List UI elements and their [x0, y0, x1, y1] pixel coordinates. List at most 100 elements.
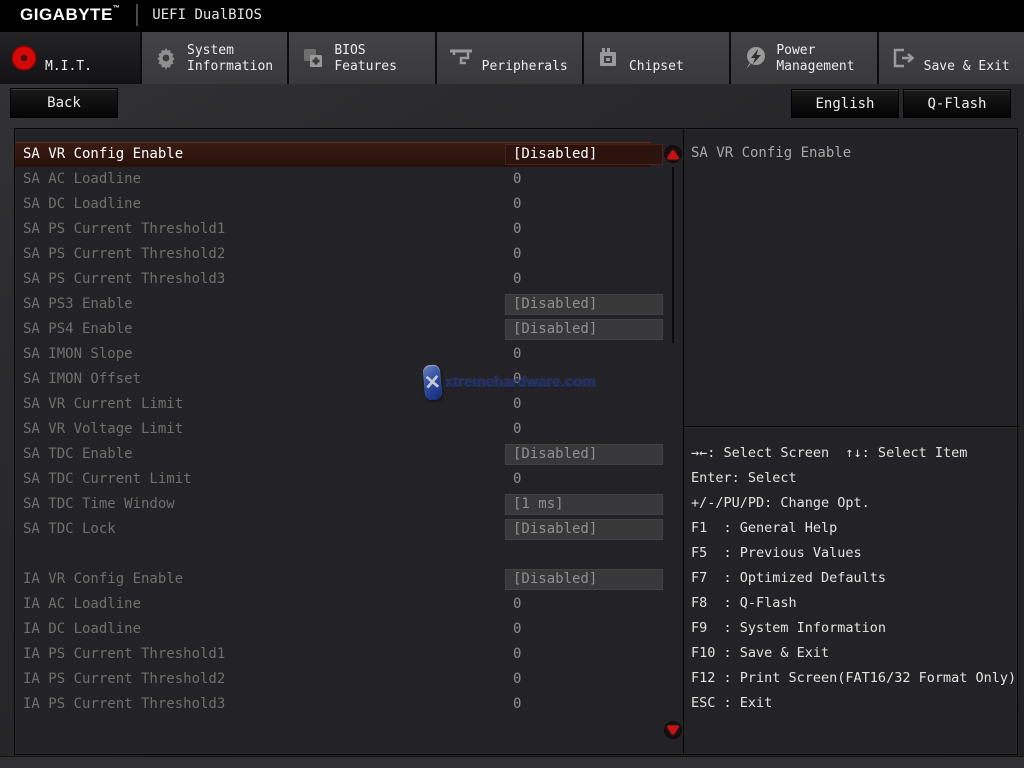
scrollbar[interactable] — [672, 167, 674, 343]
setting-row[interactable]: SA TDC Time Window [1 ms] — [15, 492, 665, 517]
setting-row[interactable]: SA PS Current Threshold3 0 — [15, 267, 665, 292]
setting-label: SA PS4 Enable — [23, 317, 133, 342]
setting-label: SA PS3 Enable — [23, 292, 133, 317]
setting-row[interactable]: SA VR Voltage Limit 0 — [15, 417, 665, 442]
list-spacer — [15, 542, 665, 567]
scroll-up-arrow-icon[interactable] — [664, 145, 682, 163]
setting-row[interactable]: IA VR Config Enable [Disabled] — [15, 567, 665, 592]
tab-chipset[interactable]: Chipset — [582, 32, 729, 84]
setting-label: SA TDC Current Limit — [23, 467, 192, 492]
setting-row[interactable]: IA PS Current Threshold1 0 — [15, 642, 665, 667]
setting-label: IA PS Current Threshold3 — [23, 692, 225, 717]
setting-row[interactable]: SA TDC Current Limit 0 — [15, 467, 665, 492]
setting-label: IA PS Current Threshold1 — [23, 642, 225, 667]
setting-label: IA PS Current Threshold2 — [23, 667, 225, 692]
trademark-symbol: ™ — [113, 5, 121, 12]
setting-value[interactable]: 0 — [505, 694, 663, 715]
setting-value[interactable]: 0 — [505, 219, 663, 240]
setting-value[interactable]: 0 — [505, 419, 663, 440]
setting-label: SA IMON Offset — [23, 367, 141, 392]
setting-label: IA AC Loadline — [23, 592, 141, 617]
setting-value[interactable]: 0 — [505, 269, 663, 290]
tab-peripherals[interactable]: Peripherals — [435, 32, 582, 84]
setting-label: SA IMON Slope — [23, 342, 133, 367]
setting-row[interactable]: SA PS Current Threshold1 0 — [15, 217, 665, 242]
key-hint-line: Enter: Select — [691, 466, 1019, 491]
setting-row[interactable]: SA VR Current Limit 0 — [15, 392, 665, 417]
uefi-bios-screen: GIGABYTE™ UEFI DualBIOS M.I.T. SystemInf… — [0, 0, 1024, 768]
key-hint-line: F12 : Print Screen(FAT16/32 Format Only) — [691, 666, 1019, 691]
top-header-bar: GIGABYTE™ UEFI DualBIOS — [0, 0, 1024, 30]
language-button[interactable]: English — [791, 89, 899, 118]
power-icon — [740, 43, 770, 73]
setting-value[interactable]: 0 — [505, 244, 663, 265]
tab-bios-features[interactable]: BIOSFeatures — [287, 32, 434, 84]
setting-label: SA PS Current Threshold1 — [23, 217, 225, 242]
setting-value[interactable]: 0 — [505, 169, 663, 190]
setting-row[interactable]: IA PS Current Threshold2 0 — [15, 667, 665, 692]
setting-value[interactable]: [Disabled] — [505, 519, 663, 540]
key-hint-line: →←: Select Screen ↑↓: Select Item — [691, 441, 1019, 466]
setting-row[interactable]: SA TDC Lock [Disabled] — [15, 517, 665, 542]
setting-value[interactable]: [Disabled] — [505, 319, 663, 340]
setting-label: SA VR Config Enable — [23, 142, 183, 167]
setting-row[interactable]: SA IMON Offset 0 — [15, 367, 665, 392]
setting-label: SA TDC Lock — [23, 517, 116, 542]
setting-row[interactable]: SA PS4 Enable [Disabled] — [15, 317, 665, 342]
setting-value[interactable]: [1 ms] — [505, 494, 663, 515]
tab-label: SystemInformation — [187, 37, 273, 79]
key-hint-line: +/-/PU/PD: Change Opt. — [691, 491, 1019, 516]
setting-label: SA VR Current Limit — [23, 392, 183, 417]
tab-label: Save & Exit — [924, 37, 1010, 79]
mit-icon — [9, 43, 39, 73]
panel-divider — [683, 129, 684, 754]
setting-value[interactable]: 0 — [505, 344, 663, 365]
setting-row[interactable]: SA TDC Enable [Disabled] — [15, 442, 665, 467]
key-hint-line: F7 : Optimized Defaults — [691, 566, 1019, 591]
setting-value[interactable]: 0 — [505, 369, 663, 390]
setting-label: SA DC Loadline — [23, 192, 141, 217]
setting-row[interactable]: SA PS Current Threshold2 0 — [15, 242, 665, 267]
setting-row[interactable]: IA DC Loadline 0 — [15, 617, 665, 642]
setting-value[interactable]: 0 — [505, 619, 663, 640]
key-hint-line: F1 : General Help — [691, 516, 1019, 541]
tab-system-information[interactable]: SystemInformation — [140, 32, 287, 84]
setting-row[interactable]: IA AC Loadline 0 — [15, 592, 665, 617]
setting-label: IA DC Loadline — [23, 617, 141, 642]
setting-row[interactable]: SA DC Loadline 0 — [15, 192, 665, 217]
setting-value[interactable]: 0 — [505, 644, 663, 665]
setting-value[interactable]: 0 — [505, 669, 663, 690]
setting-label: SA TDC Enable — [23, 442, 133, 467]
setting-value[interactable]: 0 — [505, 394, 663, 415]
setting-label: SA PS Current Threshold2 — [23, 242, 225, 267]
setting-row[interactable]: IA PS Current Threshold3 0 — [15, 692, 665, 717]
setting-value[interactable]: [Disabled] — [505, 444, 663, 465]
key-hints: →←: Select Screen ↑↓: Select Item Enter:… — [691, 441, 1019, 716]
setting-label: SA PS Current Threshold3 — [23, 267, 225, 292]
setting-row[interactable]: SA VR Config Enable [Disabled] — [15, 142, 651, 167]
bottom-strip — [0, 756, 1024, 768]
setting-value[interactable]: [Disabled] — [505, 144, 663, 165]
tab-label: BIOSFeatures — [334, 37, 397, 79]
setting-row[interactable]: SA AC Loadline 0 — [15, 167, 665, 192]
setting-value[interactable]: 0 — [505, 469, 663, 490]
gigabyte-logo: GIGABYTE™ — [20, 5, 120, 25]
setting-value[interactable]: 0 — [505, 194, 663, 215]
setting-row[interactable]: SA IMON Slope 0 — [15, 342, 665, 367]
setting-value[interactable]: [Disabled] — [505, 294, 663, 315]
header-divider — [136, 4, 138, 26]
setting-value[interactable]: [Disabled] — [505, 569, 663, 590]
gear-icon — [151, 43, 181, 73]
tab-power-management[interactable]: PowerManagement — [729, 32, 876, 84]
setting-value[interactable]: 0 — [505, 594, 663, 615]
tab-saveexit[interactable]: Save & Exit — [877, 32, 1024, 84]
settings-list: SA VR Config Enable [Disabled] SA AC Loa… — [15, 142, 665, 717]
back-button[interactable]: Back — [10, 88, 118, 118]
scroll-down-arrow-icon[interactable] — [664, 721, 682, 739]
tab-mit[interactable]: M.I.T. — [0, 32, 140, 84]
setting-row[interactable]: SA PS3 Enable [Disabled] — [15, 292, 665, 317]
setting-label: SA VR Voltage Limit — [23, 417, 183, 442]
tab-bar: M.I.T. SystemInformation BIOSFeatures Pe… — [0, 30, 1024, 84]
save-exit-icon — [888, 43, 918, 73]
qflash-button[interactable]: Q-Flash — [903, 89, 1011, 118]
